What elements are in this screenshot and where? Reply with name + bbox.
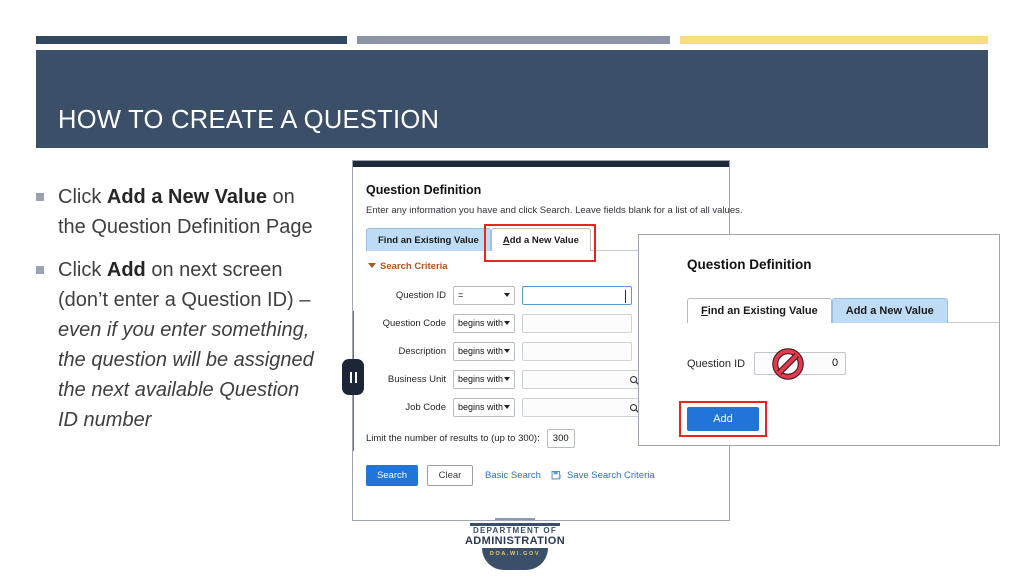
list-item: Click Add a New Value on the Question De…	[36, 182, 336, 242]
operator-value-business-unit: begins with	[458, 374, 504, 384]
search-criteria-heading[interactable]: Search Criteria	[368, 261, 448, 272]
decorative-top-bars	[36, 36, 988, 44]
bullet-text-2: Click Add on next screen (don’t enter a …	[58, 259, 314, 431]
list-item: Click Add on next screen (don’t enter a …	[36, 255, 336, 435]
field-row-question-id: Question ID 0	[687, 348, 847, 380]
top-bar-gray	[357, 36, 670, 44]
input-question-id[interactable]	[522, 285, 632, 305]
input-question-id[interactable]: 0	[754, 348, 847, 380]
collapse-panel-handle[interactable]	[342, 359, 364, 395]
bullet-square-icon	[36, 193, 44, 201]
chevron-down-icon	[504, 377, 510, 381]
text-cursor	[625, 289, 626, 303]
chevron-down-icon	[368, 263, 376, 268]
top-bar-gap-2	[670, 36, 680, 44]
no-entry-prohibition-icon	[772, 348, 804, 380]
operator-select-description[interactable]: begins with	[453, 341, 515, 361]
label-question-id: Question ID	[687, 357, 746, 370]
search-button[interactable]: Search	[366, 465, 418, 486]
basic-search-link[interactable]: Basic Search	[485, 470, 541, 481]
logo-line-2: ADMINISTRATION	[464, 535, 566, 547]
question-definition-add-panel: Question Definition Find an Existing Val…	[638, 234, 1000, 446]
chevron-down-icon	[504, 349, 510, 353]
input-question-code[interactable]	[522, 313, 632, 333]
bullet-square-icon	[36, 266, 44, 274]
result-limit-label: Limit the number of results to (up to 30…	[366, 433, 540, 444]
label-question-id: Question ID	[395, 289, 446, 301]
operator-select-business-unit[interactable]: begins with	[453, 369, 515, 389]
operator-select-question-code[interactable]: begins with	[453, 313, 515, 333]
add-button[interactable]: Add	[687, 407, 759, 431]
operator-value-question-code: begins with	[458, 318, 504, 328]
top-bar-navy	[36, 36, 347, 44]
operator-value-job-code: begins with	[458, 402, 504, 412]
highlight-box-add-a-new-value-tab	[484, 224, 596, 262]
operator-select-job-code[interactable]: begins with	[453, 397, 515, 417]
search-criteria-label: Search Criteria	[380, 261, 448, 272]
chevron-down-icon	[504, 321, 510, 325]
chevron-down-icon	[504, 405, 510, 409]
panel-title-strip	[353, 161, 729, 167]
input-description[interactable]	[522, 341, 632, 361]
label-question-code: Question Code	[382, 317, 446, 329]
label-business-unit: Business Unit	[387, 373, 446, 385]
result-limit-input[interactable]: 300	[546, 429, 575, 448]
department-of-administration-logo: DEPARTMENT OF ADMINISTRATION DOA.WI.GOV	[462, 518, 568, 570]
question-id-value: 0	[831, 357, 839, 369]
panel2-tab-strip: Find an Existing Value Add a New Value	[687, 295, 948, 323]
tab-add-a-new-value[interactable]: Add a New Value	[831, 298, 948, 323]
operator-value-description: begins with	[458, 346, 504, 356]
pause-bar-left	[349, 371, 352, 383]
tab-find-an-existing-value[interactable]: Find an Existing Value	[366, 228, 491, 251]
top-bar-yellow	[680, 36, 988, 44]
panel1-heading: Question Definition	[366, 183, 482, 197]
bullet-text-1: Click Add a New Value on the Question De…	[58, 186, 313, 238]
chevron-down-icon	[504, 293, 510, 297]
input-business-unit[interactable]	[522, 369, 646, 389]
operator-select-question-id[interactable]: =	[453, 285, 515, 305]
panel2-heading: Question Definition	[687, 257, 812, 272]
logo-arc-text: DOA.WI.GOV	[489, 551, 541, 557]
save-search-icon[interactable]	[551, 470, 562, 481]
input-job-code[interactable]	[522, 397, 646, 417]
tab-find-an-existing-value[interactable]: Find an Existing Value	[687, 298, 832, 323]
label-description: Description	[398, 345, 446, 357]
pause-bar-right	[354, 371, 357, 383]
logo-line-1: DEPARTMENT OF	[473, 526, 557, 535]
logo-top-rule	[495, 518, 535, 520]
page-title: HOW TO CREATE A QUESTION	[58, 106, 440, 134]
operator-value-question-id: =	[458, 290, 464, 300]
clear-button[interactable]: Clear	[427, 465, 473, 486]
bullet-list: Click Add a New Value on the Question De…	[36, 182, 336, 448]
save-search-criteria-link[interactable]: Save Search Criteria	[567, 470, 655, 481]
result-limit-row: Limit the number of results to (up to 30…	[366, 429, 575, 448]
search-action-row: Search Clear Basic Search Save Search Cr…	[366, 465, 655, 486]
label-job-code: Job Code	[405, 401, 446, 413]
panel1-subtitle: Enter any information you have and click…	[366, 205, 743, 216]
top-bar-gap-1	[347, 36, 357, 44]
